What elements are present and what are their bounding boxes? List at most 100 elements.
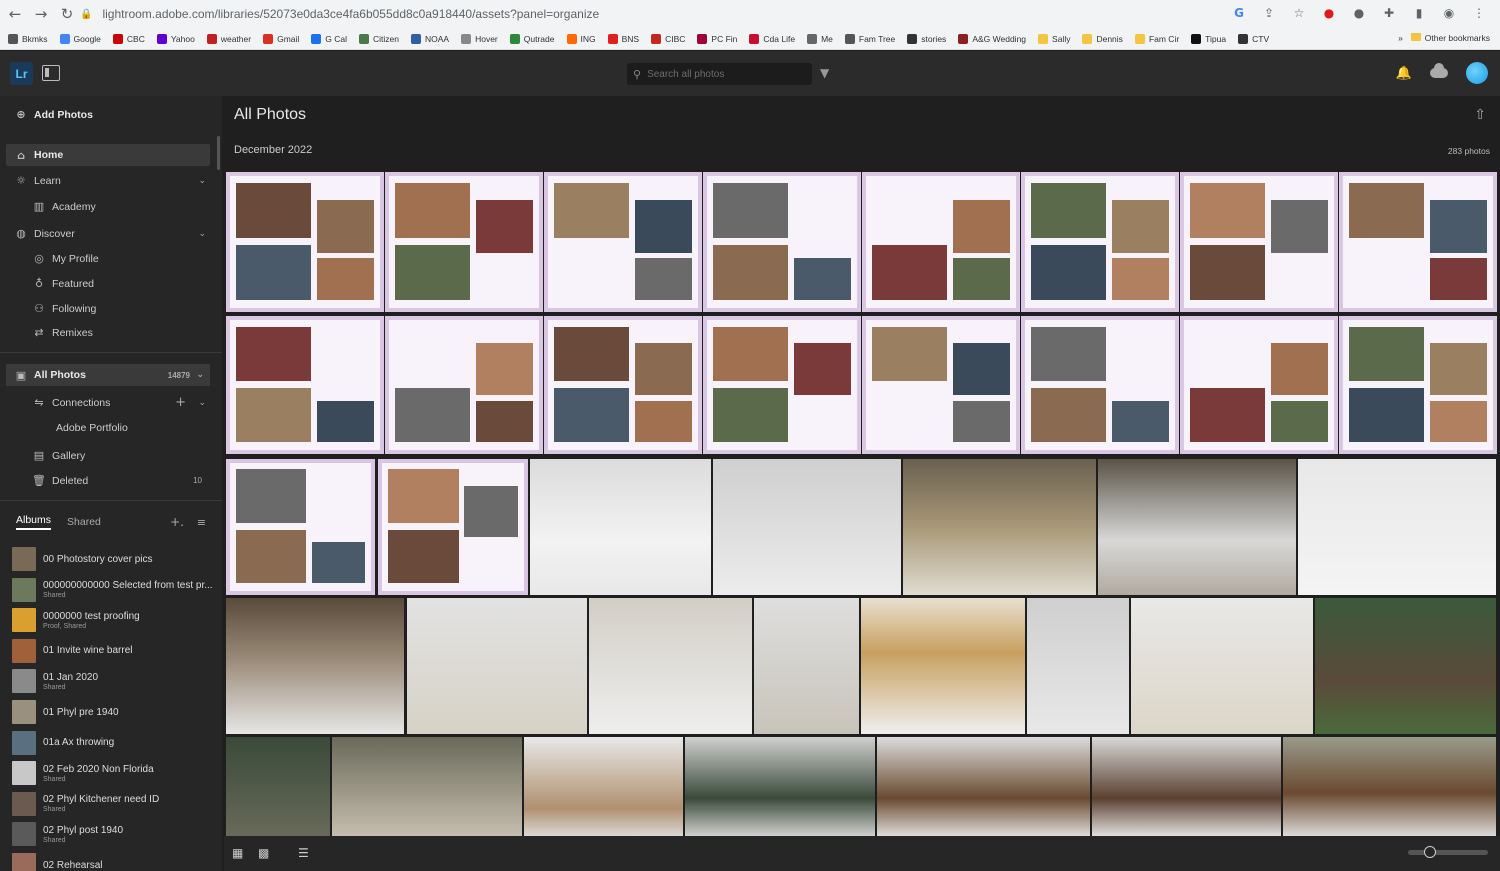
sort-icon[interactable]: ☰ bbox=[298, 846, 309, 860]
bookmark-item[interactable]: Cda Life bbox=[749, 33, 795, 44]
photo-thumbnail[interactable] bbox=[1283, 737, 1496, 839]
photo-thumbnail[interactable] bbox=[754, 598, 859, 734]
photo-thumbnail[interactable] bbox=[385, 316, 543, 454]
photo-thumbnail[interactable] bbox=[703, 316, 861, 454]
photo-thumbnail[interactable] bbox=[713, 459, 901, 595]
photo-thumbnail[interactable] bbox=[332, 737, 522, 839]
profile-icon[interactable]: ◉ bbox=[1440, 4, 1458, 22]
album-item[interactable]: 02 Phyl post 1940 Shared bbox=[12, 821, 217, 847]
bookmark-item[interactable]: NOAA bbox=[411, 33, 449, 44]
album-item[interactable]: 000000000000 Selected from test pr... Sha… bbox=[12, 577, 217, 603]
album-item[interactable]: 02 Rehearsal bbox=[12, 852, 217, 871]
photo-thumbnail[interactable] bbox=[1339, 172, 1497, 312]
photo-thumbnail[interactable] bbox=[544, 172, 702, 312]
chevron-down-icon[interactable]: ⌄ bbox=[198, 176, 206, 186]
bookmark-item[interactable]: CTV bbox=[1238, 33, 1269, 44]
sidebar-item-gallery[interactable]: ▤ Gallery bbox=[0, 449, 222, 462]
grid-view-icon[interactable]: ▦ bbox=[232, 846, 243, 860]
opera-icon[interactable]: ● bbox=[1320, 4, 1338, 22]
photo-thumbnail[interactable] bbox=[862, 316, 1020, 454]
plus-icon[interactable]: + bbox=[175, 395, 186, 410]
sidebar-item-discover[interactable]: ◍ Discover ⌄ bbox=[0, 227, 222, 240]
tab-albums[interactable]: Albums bbox=[16, 514, 52, 530]
chevron-down-icon[interactable]: ⌄ bbox=[198, 229, 206, 239]
bookmark-item[interactable]: Citizen bbox=[359, 33, 399, 44]
photo-thumbnail[interactable] bbox=[1021, 172, 1179, 312]
puzzle-icon[interactable]: ✚ bbox=[1380, 4, 1398, 22]
bookmark-item[interactable]: Tipua bbox=[1191, 33, 1226, 44]
photo-thumbnail[interactable] bbox=[877, 737, 1090, 839]
bookmark-item[interactable]: Qutrade bbox=[509, 33, 555, 44]
chevron-down-icon[interactable]: ⌄ bbox=[198, 398, 206, 408]
photo-thumbnail[interactable] bbox=[385, 172, 543, 312]
photo-thumbnail[interactable] bbox=[903, 459, 1096, 595]
album-item[interactable]: 01 Jan 2020 Shared bbox=[12, 668, 217, 694]
back-icon[interactable]: ← bbox=[4, 3, 26, 25]
sidebar-item-connections[interactable]: ⇋ Connections + ⌄ bbox=[0, 395, 222, 410]
photo-thumbnail[interactable] bbox=[862, 172, 1020, 312]
photo-thumbnail[interactable] bbox=[378, 459, 528, 595]
zoom-slider-handle[interactable] bbox=[1424, 846, 1436, 858]
bookmark-item[interactable]: Me bbox=[807, 33, 833, 44]
panel-toggle-icon[interactable] bbox=[42, 65, 60, 81]
bookmark-item[interactable]: Yahoo bbox=[156, 33, 195, 44]
photo-thumbnail[interactable] bbox=[1027, 598, 1129, 734]
share-icon[interactable]: ⇧ bbox=[1474, 107, 1486, 123]
photo-thumbnail[interactable] bbox=[407, 598, 587, 734]
other-bookmarks[interactable]: Other bookmarks bbox=[1410, 33, 1490, 43]
photo-thumbnail[interactable] bbox=[1092, 737, 1281, 839]
bookmark-item[interactable]: Fam Cir bbox=[1134, 33, 1179, 44]
photo-thumbnail[interactable] bbox=[226, 172, 384, 312]
photo-thumbnail[interactable] bbox=[1298, 459, 1496, 595]
photo-thumbnail[interactable] bbox=[530, 459, 711, 595]
sidebar-item-featured[interactable]: ♁ Featured bbox=[0, 277, 222, 290]
bookmark-item[interactable]: PC Fin bbox=[697, 33, 737, 44]
photo-thumbnail[interactable] bbox=[589, 598, 752, 734]
bookmark-item[interactable]: Sally bbox=[1038, 33, 1070, 44]
sidebar-item-following[interactable]: ⚇ Following bbox=[0, 302, 222, 315]
album-item[interactable]: 00 Photostory cover pics bbox=[12, 546, 217, 572]
share-page-icon[interactable]: ⇪ bbox=[1260, 4, 1278, 22]
sidebar-item-learn[interactable]: ☼ Learn ⌄ bbox=[0, 174, 222, 187]
zoom-slider[interactable] bbox=[1408, 846, 1488, 858]
photo-thumbnail[interactable] bbox=[1021, 316, 1179, 454]
bookmark-item[interactable]: weather bbox=[206, 33, 251, 44]
search-box[interactable]: ⚲ bbox=[627, 63, 812, 85]
avatar[interactable] bbox=[1466, 62, 1488, 84]
lightroom-logo[interactable]: Lr bbox=[10, 62, 33, 85]
bookmark-item[interactable]: Dennis bbox=[1082, 33, 1123, 44]
photo-thumbnail[interactable] bbox=[1180, 316, 1338, 454]
bookmark-item[interactable]: Fam Tree bbox=[844, 33, 895, 44]
sidebar-item-adobe-portfolio[interactable]: Adobe Portfolio bbox=[0, 422, 222, 434]
tab-shared[interactable]: Shared bbox=[67, 516, 101, 528]
forward-icon[interactable]: → bbox=[30, 3, 52, 25]
album-item[interactable]: 01 Invite wine barrel bbox=[12, 638, 217, 664]
bell-icon[interactable]: 🔔 bbox=[1396, 66, 1412, 81]
photo-thumbnail[interactable] bbox=[226, 316, 384, 454]
photo-thumbnail[interactable] bbox=[544, 316, 702, 454]
photo-thumbnail[interactable] bbox=[703, 172, 861, 312]
bookmark-item[interactable]: CIBC bbox=[651, 33, 685, 44]
sidepanel-icon[interactable]: ▮ bbox=[1410, 4, 1428, 22]
star-icon[interactable]: ☆ bbox=[1290, 4, 1308, 22]
album-item[interactable]: 02 Phyl Kitchener need ID Shared bbox=[12, 791, 217, 817]
add-photos-button[interactable]: ⊕ Add Photos bbox=[0, 108, 222, 121]
reload-icon[interactable]: ↻ bbox=[56, 3, 78, 25]
url-text[interactable]: lightroom.adobe.com/libraries/52073e0da3… bbox=[102, 7, 599, 21]
filter-icon[interactable]: ▼ bbox=[820, 66, 829, 80]
search-input[interactable] bbox=[647, 68, 798, 80]
bookmark-item[interactable]: Bkmks bbox=[8, 33, 48, 44]
photo-thumbnail[interactable] bbox=[226, 737, 330, 839]
photo-thumbnail[interactable] bbox=[685, 737, 875, 839]
sidebar-item-deleted[interactable]: 🗑 Deleted 10 bbox=[0, 474, 222, 487]
album-item[interactable]: 0000000 test proofing Proof, Shared bbox=[12, 607, 217, 633]
bookmark-item[interactable]: A&G Wedding bbox=[958, 33, 1026, 44]
photo-thumbnail[interactable] bbox=[1339, 316, 1497, 454]
chevron-down-icon[interactable]: ⌄ bbox=[196, 370, 204, 380]
bookmark-item[interactable]: Hover bbox=[461, 33, 498, 44]
photo-thumbnail[interactable] bbox=[524, 737, 683, 839]
bookmark-item[interactable]: Gmail bbox=[263, 33, 299, 44]
sidebar-item-remixes[interactable]: ⇄ Remixes bbox=[0, 326, 222, 339]
bookmark-item[interactable]: CBC bbox=[112, 33, 145, 44]
bookmark-item[interactable]: BNS bbox=[607, 33, 639, 44]
